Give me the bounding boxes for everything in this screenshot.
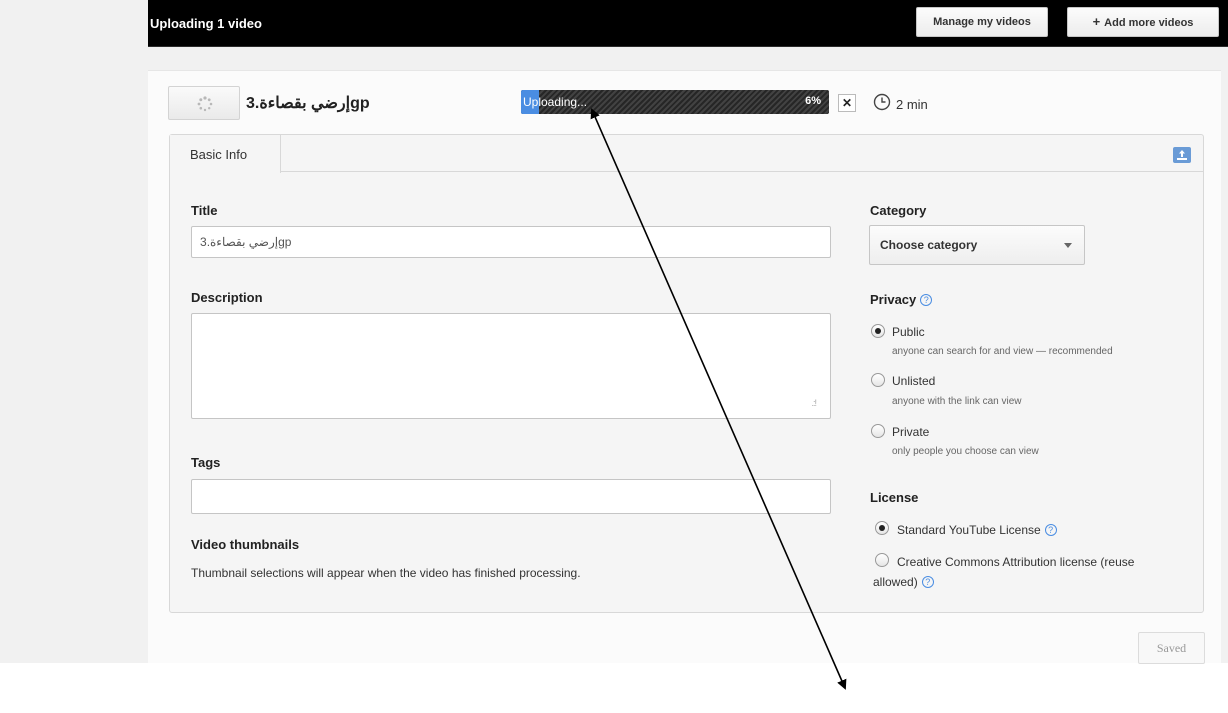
annotation-arrow	[590, 108, 847, 690]
